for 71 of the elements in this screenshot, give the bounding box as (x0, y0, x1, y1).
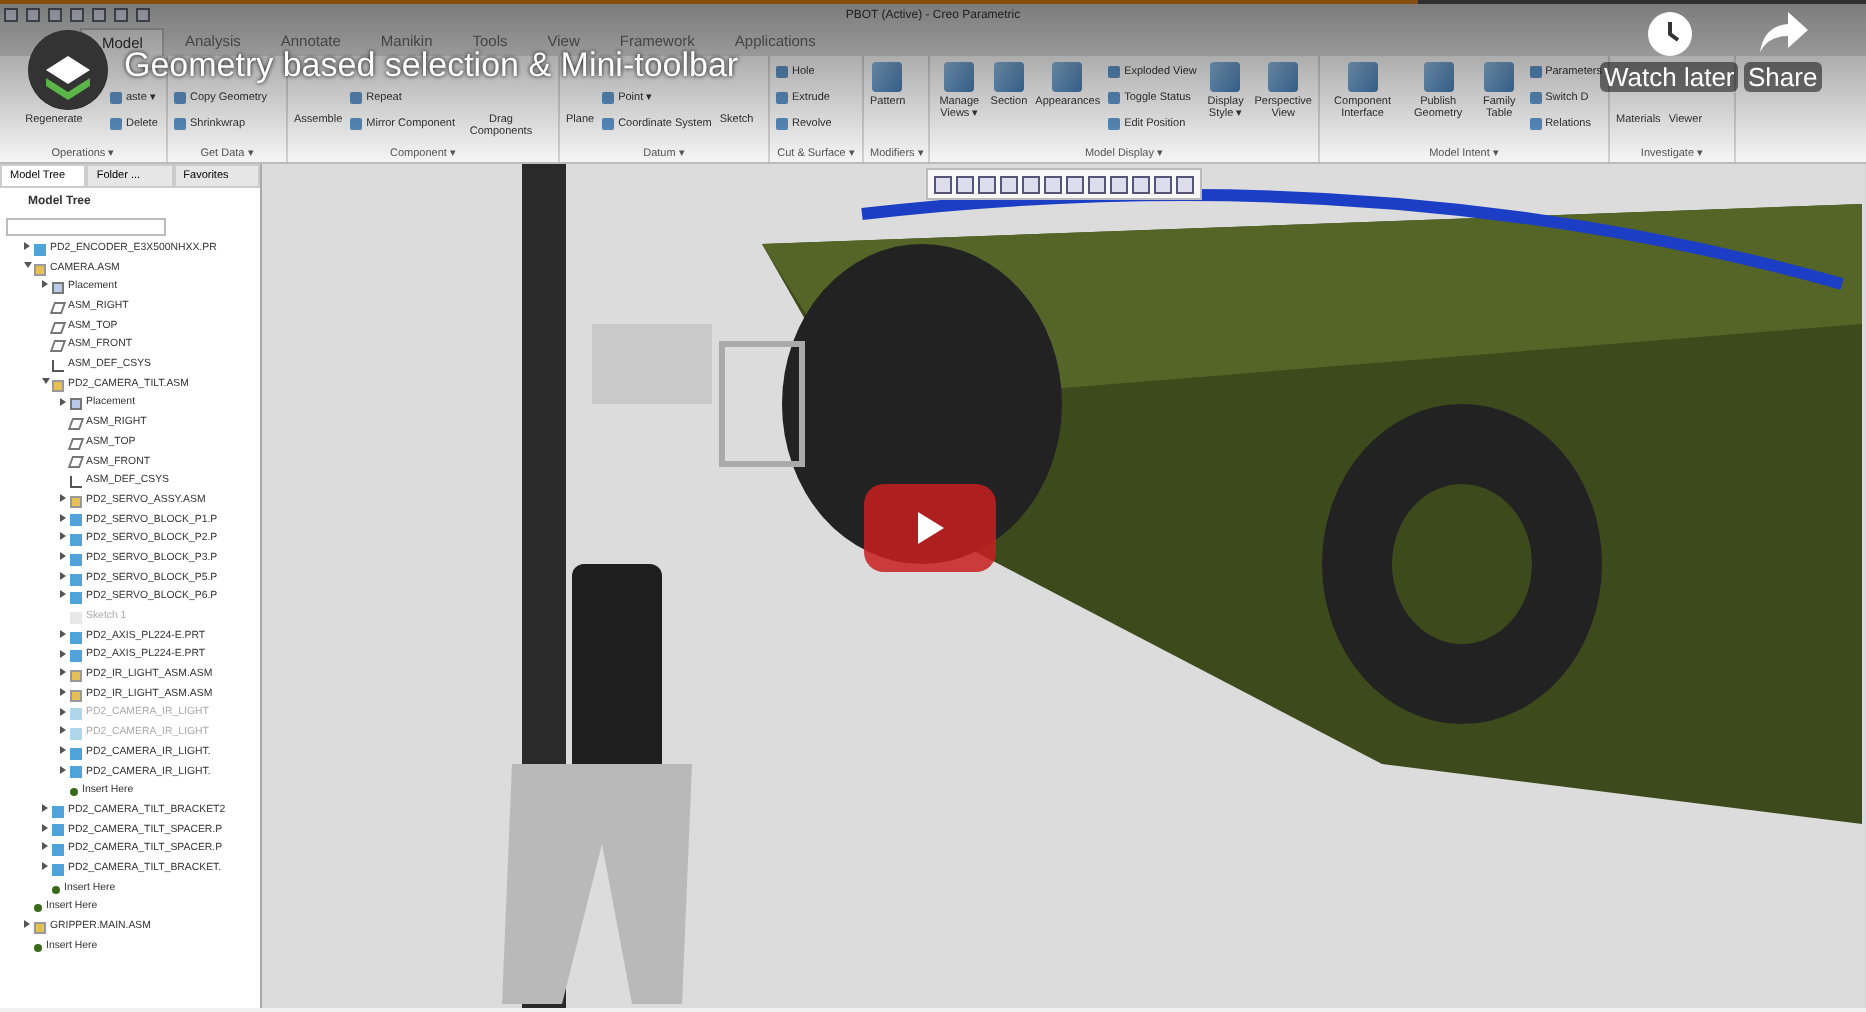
node-icon (70, 495, 82, 508)
tool-icon (1529, 66, 1542, 78)
tool-icon (350, 118, 363, 130)
insert-marker-icon (70, 788, 78, 797)
node-icon (34, 263, 46, 276)
expand-arrow-icon[interactable] (59, 726, 69, 735)
tool-icon (1423, 62, 1454, 92)
node-icon (67, 437, 85, 450)
tool-icon (1108, 118, 1121, 130)
play-icon (918, 512, 944, 544)
node-icon (67, 418, 85, 431)
node-icon (70, 708, 82, 721)
node-icon (70, 573, 82, 586)
tool-icon (776, 92, 788, 104)
share-button[interactable]: Share (1744, 62, 1822, 92)
tool-icon (1484, 62, 1515, 92)
node-icon (49, 340, 67, 353)
node-icon (70, 476, 82, 489)
watch-later-button[interactable]: Watch later (1600, 62, 1739, 92)
tool-icon (1210, 62, 1241, 92)
tool-icon (1529, 92, 1542, 104)
clock-icon[interactable] (1648, 12, 1692, 56)
tool-icon (776, 118, 788, 130)
play-button[interactable] (864, 484, 996, 572)
tool-icon (944, 62, 975, 92)
insert-marker-icon (52, 885, 60, 894)
node-icon (70, 689, 82, 702)
tool-icon (1268, 62, 1299, 92)
node-icon (70, 747, 82, 760)
node-icon (67, 456, 85, 469)
node-icon (49, 321, 67, 334)
insert-marker-icon (34, 904, 42, 913)
tool-icon (174, 92, 186, 104)
node-icon (52, 282, 64, 295)
node-icon (70, 669, 82, 682)
node-icon (70, 650, 82, 663)
expand-arrow-icon[interactable] (59, 707, 69, 716)
node-icon (34, 243, 46, 256)
node-icon (70, 553, 82, 566)
tool-icon (993, 62, 1024, 92)
tool-icon (602, 118, 615, 130)
tool-icon (1052, 62, 1083, 92)
insert-marker-icon (34, 943, 42, 952)
node-icon (52, 863, 64, 876)
node-icon (52, 824, 64, 837)
node-icon (49, 301, 67, 314)
tool-icon (1347, 62, 1378, 92)
tool-icon (872, 62, 903, 92)
tool-icon (110, 118, 122, 130)
tool-icon (1108, 66, 1121, 78)
node-icon (70, 534, 82, 547)
node-icon (34, 921, 46, 934)
tool-icon (174, 118, 186, 130)
tool-icon (602, 92, 615, 104)
tool-icon (1529, 118, 1542, 130)
node-icon (52, 805, 64, 818)
node-icon (70, 592, 82, 605)
node-icon (70, 398, 82, 411)
tool-icon (350, 92, 363, 104)
tool-icon (1108, 92, 1121, 104)
tool-icon (776, 66, 788, 78)
node-icon (52, 844, 64, 857)
share-icon[interactable] (1760, 12, 1808, 52)
node-icon (52, 379, 64, 392)
search-field[interactable] (6, 218, 166, 236)
tool-icon (110, 92, 122, 104)
node-icon (70, 514, 82, 527)
node-icon (70, 631, 82, 644)
node-icon (70, 728, 82, 741)
node-icon (70, 766, 82, 779)
node-icon (52, 359, 64, 372)
